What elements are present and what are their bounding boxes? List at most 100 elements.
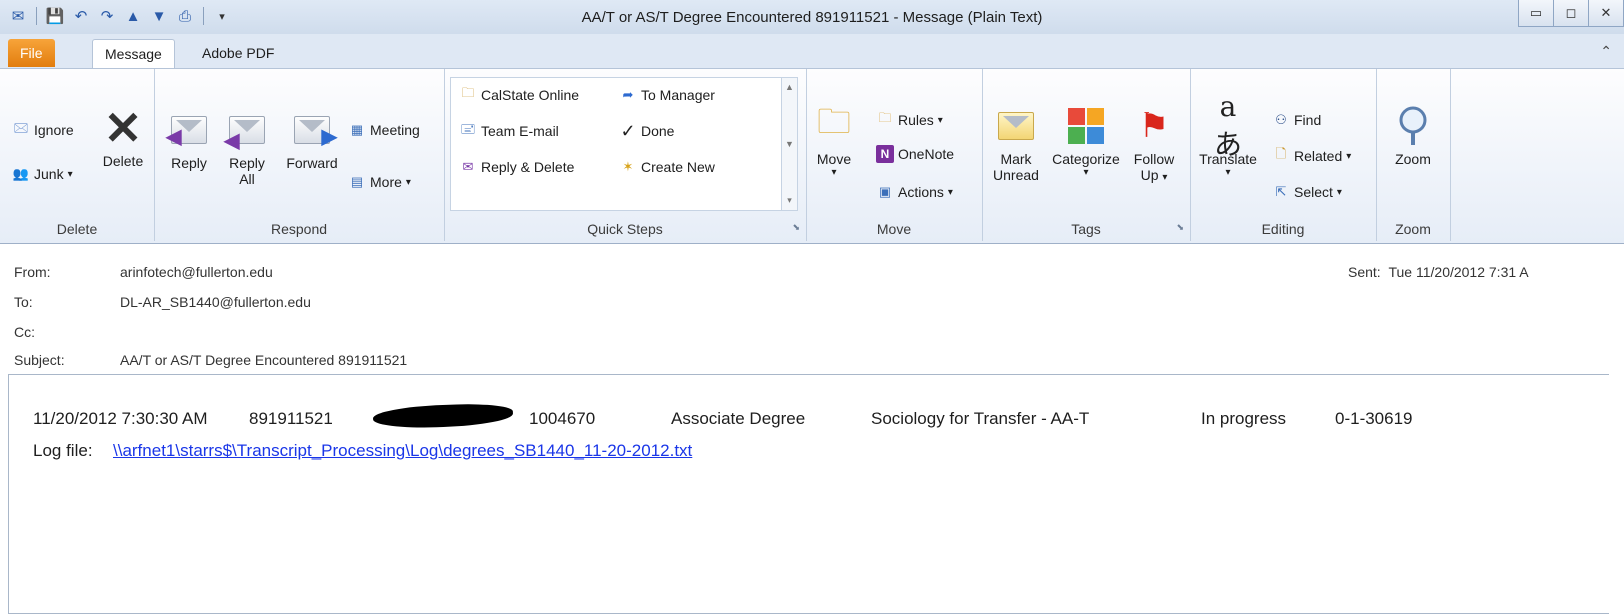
editing-group: aあ Translate ▾ ⚇ Find 🗋 Related ▾ ⇱ Sele…: [1190, 69, 1377, 241]
quick-step-calstate-online[interactable]: 🗀 CalState Online: [459, 85, 579, 104]
quick-step-done[interactable]: ✓ Done: [619, 120, 674, 141]
body-timestamp: 11/20/2012 7:30:30 AM: [33, 409, 208, 428]
actions-icon: ▣: [878, 184, 892, 199]
minimize-ribbon-icon[interactable]: ⌃: [1600, 43, 1612, 60]
zoom-group: Zoom Zoom: [1376, 69, 1451, 241]
window-controls: ▭ ◻ ✕: [1518, 0, 1624, 27]
sent-date: Sent: Tue 11/20/2012 7:31 A: [1348, 264, 1529, 280]
quick-step-create-new[interactable]: ✶ Create New: [619, 158, 715, 176]
calendar-icon: ▦: [350, 122, 364, 137]
expand-gallery-icon[interactable]: ▾: [787, 195, 792, 206]
zoom-group-label: Zoom: [1395, 221, 1431, 237]
delete-button[interactable]: ✕ Delete: [98, 102, 148, 169]
categorize-button[interactable]: Categorize ▾: [1046, 105, 1126, 178]
reply-button[interactable]: ◀ Reply: [166, 109, 212, 171]
onenote-icon: N: [876, 145, 894, 163]
quick-step-reply-delete[interactable]: ✉ Reply & Delete: [459, 158, 575, 176]
flag-icon: ⚑: [1138, 107, 1170, 145]
log-file-link[interactable]: \\arfnet1\starrs$\Transcript_Processing\…: [113, 441, 692, 461]
sent-value: Tue 11/20/2012 7:31 A: [1388, 264, 1529, 280]
mark-unread-button[interactable]: Mark Unread: [990, 105, 1042, 183]
close-button[interactable]: ✕: [1588, 0, 1624, 27]
quick-step-team-email[interactable]: 🖃 Team E-mail: [459, 121, 558, 140]
rules-icon: 🗀: [878, 110, 892, 125]
ribbon-tabs: File Message Adobe PDF ⌃: [0, 34, 1624, 69]
chevron-down-icon: ▾: [937, 114, 943, 126]
reply-delete-icon: ✉: [462, 159, 474, 174]
window-title: AA/T or AS/T Degree Encountered 89191152…: [581, 9, 1043, 26]
forward-button[interactable]: ▶ Forward: [280, 109, 344, 171]
delete-group-label: Delete: [56, 221, 98, 237]
move-button[interactable]: 🗀 Move ▾: [814, 102, 854, 179]
binoculars-icon: ⚇: [1275, 112, 1287, 127]
onenote-button[interactable]: N OneNote: [876, 145, 954, 163]
scroll-up-icon[interactable]: ▲: [785, 82, 794, 92]
tab-adobe-pdf[interactable]: Adobe PDF: [190, 39, 286, 67]
meeting-button[interactable]: ▦ Meeting: [348, 121, 420, 139]
body-status: In progress: [1201, 409, 1287, 428]
follow-up-button[interactable]: ⚑ Follow Up ▾: [1128, 105, 1180, 186]
junk-icon: 👥: [12, 166, 30, 181]
sent-label: Sent:: [1348, 264, 1381, 280]
log-file-label: Log file:: [33, 441, 93, 460]
quick-steps-label: Quick Steps: [587, 221, 663, 237]
junk-button[interactable]: 👥 Junk ▾: [12, 165, 73, 183]
zoom-button[interactable]: Zoom: [1386, 105, 1440, 167]
rules-button[interactable]: 🗀 Rules ▾: [876, 110, 943, 129]
to-manager-icon: ➦: [622, 87, 634, 102]
chevron-down-icon: ▾: [1336, 186, 1342, 198]
translate-icon: aあ: [1213, 89, 1242, 161]
find-button[interactable]: ⚇ Find: [1272, 111, 1321, 129]
select-button[interactable]: ⇱ Select ▾: [1272, 183, 1342, 201]
magnifier-shape: [1399, 106, 1427, 145]
translate-button[interactable]: aあ Translate ▾: [1198, 89, 1258, 179]
body-degree: Associate Degree: [671, 409, 806, 428]
body-id: 891911521: [249, 409, 333, 428]
body-program: Sociology for Transfer - AA-T: [871, 409, 1090, 428]
editing-group-label: Editing: [1261, 221, 1305, 237]
reply-icon: ◀: [166, 109, 210, 151]
reply-all-icon: ◀: [224, 109, 268, 151]
respond-group: ◀ Reply ◀ Reply All ▶ Forward ▦ Meeting …: [154, 69, 445, 241]
minimize-button[interactable]: ▭: [1518, 0, 1554, 27]
delete-x-icon: ✕: [103, 102, 143, 154]
related-button[interactable]: 🗋 Related ▾: [1272, 146, 1352, 165]
reply-all-button[interactable]: ◀ Reply All: [224, 109, 270, 187]
cc-label: Cc:: [14, 324, 35, 340]
tab-message[interactable]: Message: [92, 39, 175, 69]
chevron-down-icon: ▾: [67, 168, 73, 180]
dialog-launcher-icon[interactable]: ⬊: [792, 222, 800, 233]
from-address[interactable]: arinfotech@fullerton.edu: [120, 264, 273, 280]
quick-steps-gallery: 🗀 CalState Online 🖃 Team E-mail ✉ Reply …: [450, 77, 798, 211]
actions-button[interactable]: ▣ Actions ▾: [876, 183, 953, 201]
tags-group: Mark Unread Categorize ▾ ⚑ Follow Up ▾ T…: [982, 69, 1191, 241]
ignore-button[interactable]: 🖂 Ignore: [12, 120, 73, 139]
scroll-down-icon[interactable]: ▼: [785, 139, 794, 149]
subject-label: Subject:: [14, 352, 65, 368]
maximize-button[interactable]: ◻: [1553, 0, 1589, 27]
from-label: From:: [14, 264, 51, 280]
quick-step-to-manager[interactable]: ➦ To Manager: [619, 86, 715, 104]
create-new-icon: ✶: [622, 159, 634, 174]
chevron-down-icon: ▾: [1162, 172, 1168, 183]
message-header: From: arinfotech@fullerton.edu To: DL-AR…: [0, 244, 1624, 372]
message-body[interactable]: 11/20/2012 7:30:30 AM 891911521 1004670 …: [8, 374, 1609, 614]
delete-group: 🖂 Ignore 👥 Junk ▾ ✕ Delete Delete: [0, 69, 155, 241]
checkmark-icon: ✓: [620, 120, 636, 141]
folder-move-icon: 🗀: [461, 85, 475, 100]
team-email-icon: 🖃: [460, 121, 476, 136]
tab-file[interactable]: File: [8, 39, 55, 67]
move-folder-icon: 🗀: [817, 102, 851, 141]
tags-group-label: Tags: [1071, 221, 1101, 237]
move-group-label: Move: [876, 221, 912, 237]
magnifier-icon: [1392, 105, 1434, 147]
cursor-icon: ⇱: [1275, 184, 1287, 199]
follow-up-line2: Up ▾: [1140, 167, 1168, 183]
more-button[interactable]: ▤ More ▾: [348, 173, 411, 191]
body-code: 0-1-30619: [1335, 409, 1413, 428]
quick-steps-scrollbar[interactable]: ▲ ▼ ▾: [781, 78, 797, 210]
categorize-icon: [1065, 105, 1107, 147]
more-respond-icon: ▤: [350, 174, 364, 189]
dialog-launcher-icon[interactable]: ⬊: [1176, 222, 1184, 233]
to-address[interactable]: DL-AR_SB1440@fullerton.edu: [120, 294, 311, 310]
